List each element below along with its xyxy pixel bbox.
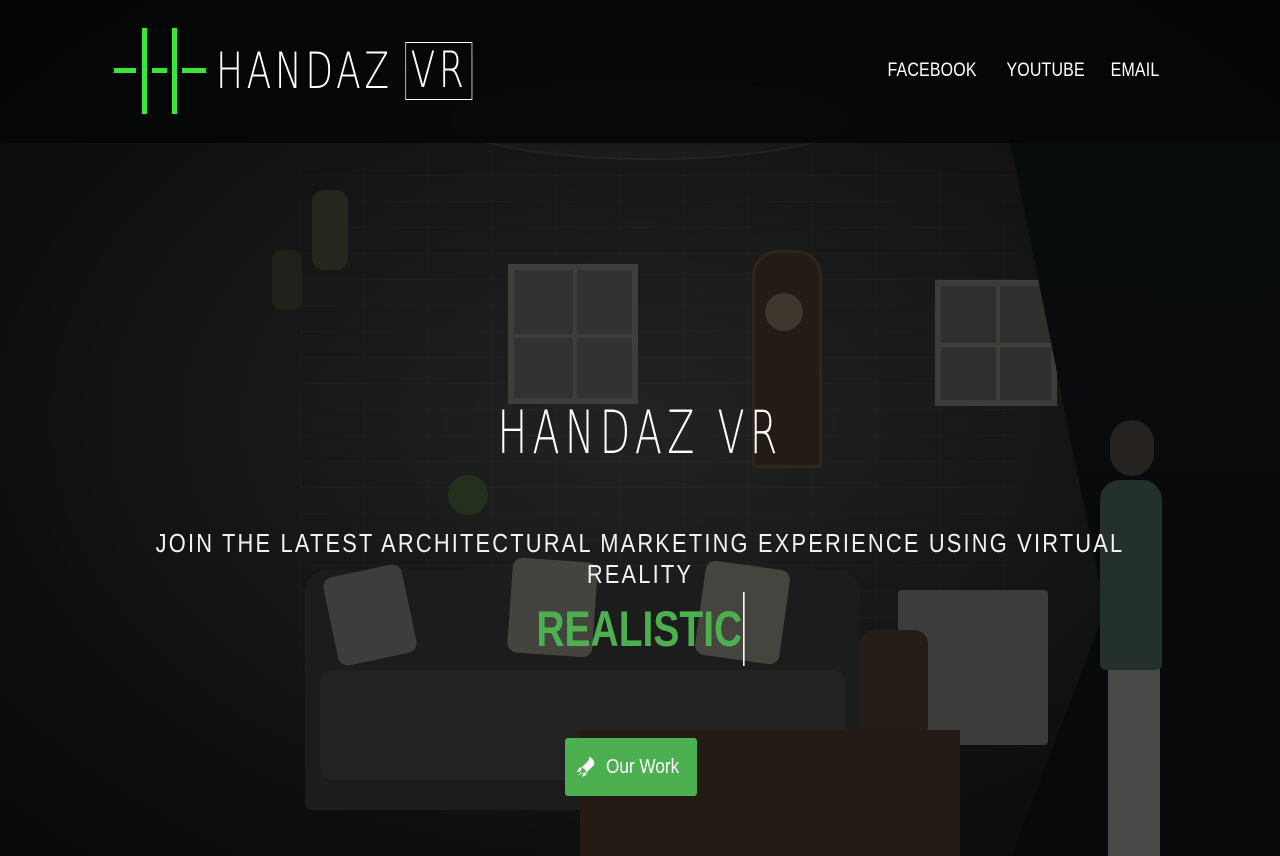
hero-title-text: HANDAZ VR (497, 398, 783, 468)
typed-word-text: REALISTIC (535, 601, 742, 658)
nav-youtube-link[interactable]: YOUTUBE (1006, 60, 1084, 82)
nav-email-link[interactable]: EMAIL (1111, 60, 1160, 82)
typed-word: REALISTIC (0, 592, 1280, 670)
logo-wordmark: HANDAZ VR (216, 42, 473, 100)
rocket-icon (577, 757, 595, 777)
logo-name: HANDAZ (216, 42, 393, 100)
nav-facebook-link[interactable]: FACEBOOK (887, 60, 976, 82)
top-nav: FACEBOOK YOUTUBE EMAIL (879, 60, 1164, 82)
hero-tagline: JOIN THE LATEST ARCHITECTURAL MARKETING … (0, 528, 1280, 590)
site-logo[interactable]: HANDAZ VR (114, 28, 572, 114)
crosshair-logo-icon (114, 28, 206, 114)
hero-title: HANDAZ VR (0, 398, 1280, 468)
our-work-label: Our Work (606, 755, 680, 778)
hero-tagline-text: JOIN THE LATEST ARCHITECTURAL MARKETING … (155, 528, 1125, 589)
logo-suffix: VR (405, 42, 473, 100)
our-work-button[interactable]: Our Work (565, 738, 697, 796)
site-header: HANDAZ VR FACEBOOK YOUTUBE EMAIL (0, 0, 1280, 143)
text-cursor (742, 592, 745, 666)
